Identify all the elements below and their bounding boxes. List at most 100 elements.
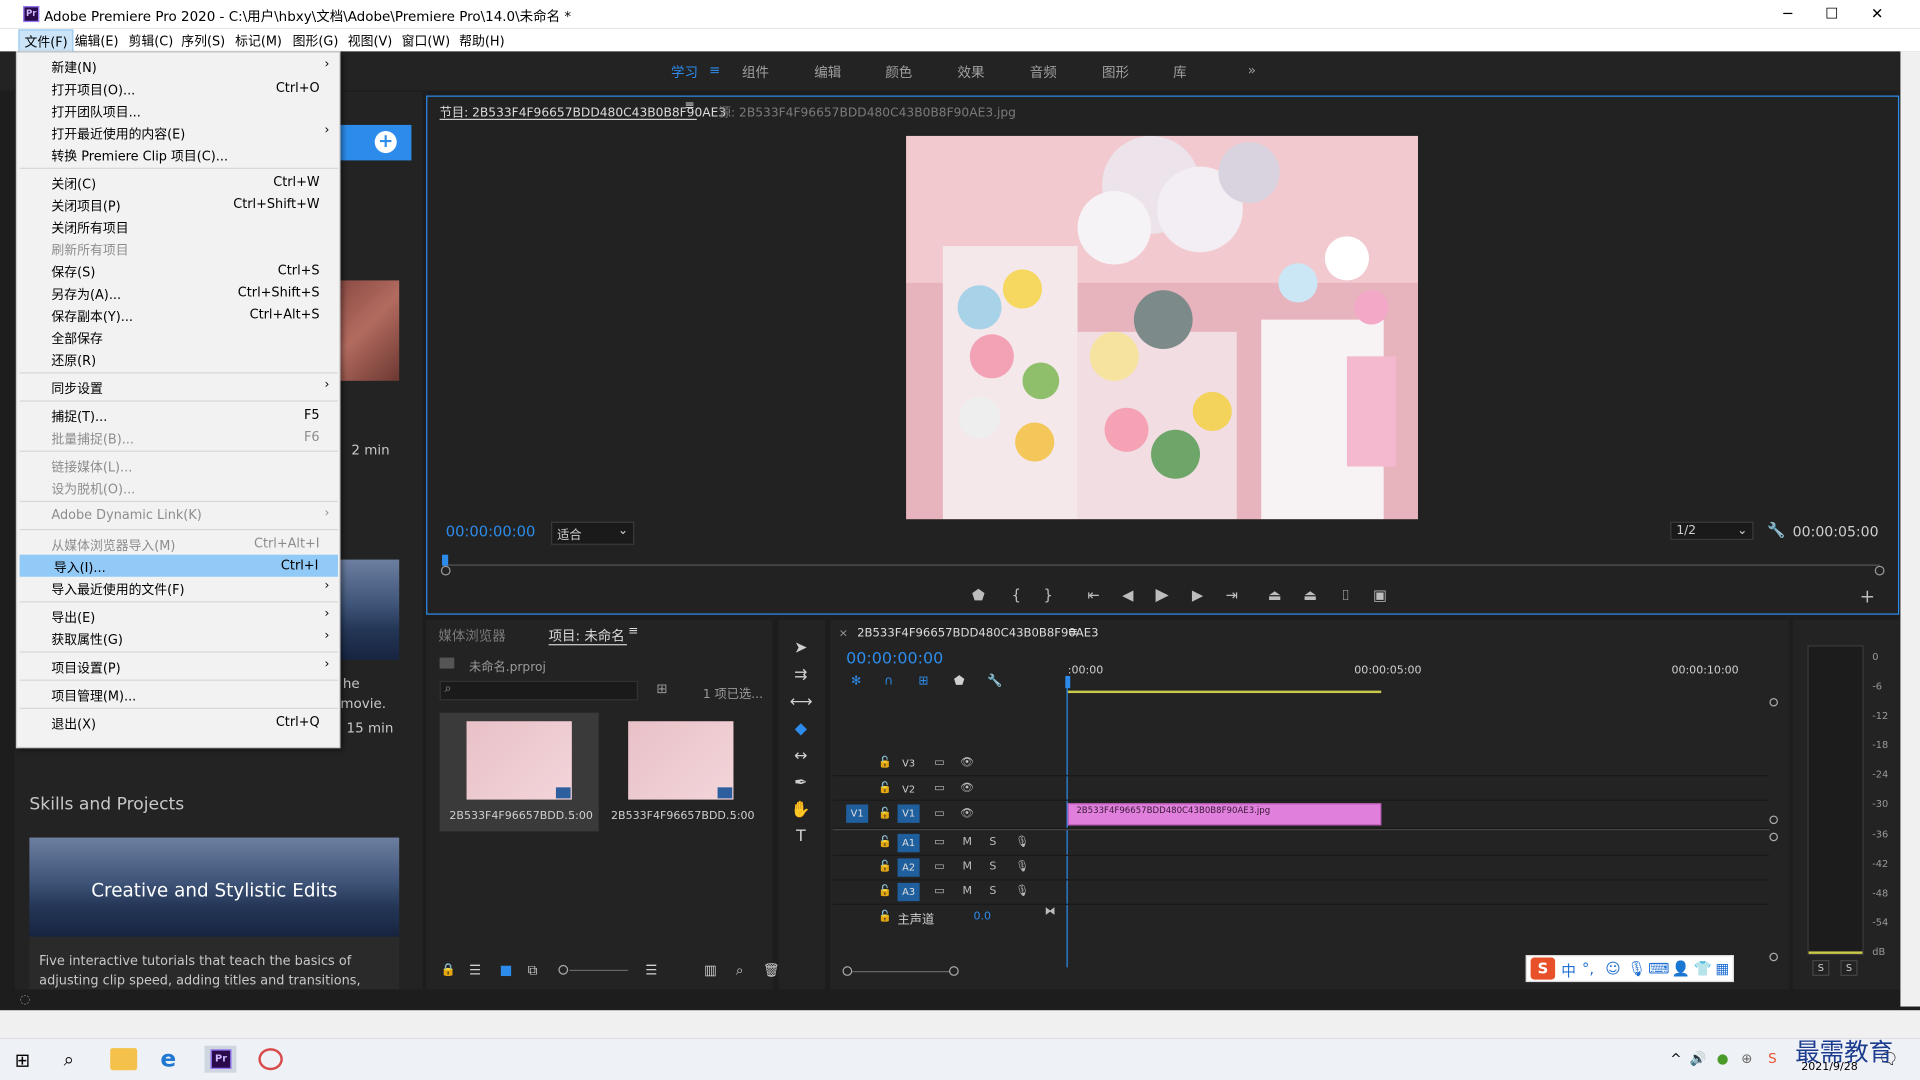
horizontal-scroll-handle[interactable]: [842, 966, 853, 976]
track-label-v2[interactable]: V2: [898, 780, 920, 798]
zoom-slider[interactable]: [569, 969, 629, 972]
sync-lock-icon[interactable]: ▭: [934, 757, 944, 769]
lock-icon[interactable]: 🔓: [878, 861, 892, 873]
tab-project[interactable]: 项目: 未命名: [549, 626, 625, 646]
microphone-icon[interactable]: 🎙: [1627, 960, 1646, 977]
menu-window[interactable]: 窗口(W): [402, 32, 450, 50]
sort-icon[interactable]: ☰: [645, 962, 657, 978]
type-tool-icon[interactable]: T: [790, 827, 812, 849]
workspace-color[interactable]: 颜色: [885, 62, 912, 82]
track-label-a3[interactable]: A3: [897, 882, 920, 902]
mark-out-icon[interactable]: }: [1037, 587, 1059, 604]
windows-start-icon[interactable]: ⊞: [15, 1049, 30, 1071]
file-menu-item[interactable]: 项目管理(M)...: [17, 683, 339, 705]
maximize-button[interactable]: ☐: [1820, 4, 1844, 24]
vertical-scroll-handle[interactable]: [1769, 952, 1778, 962]
master-volume-value[interactable]: 0.0: [973, 911, 991, 923]
sync-lock-icon[interactable]: ▭: [934, 808, 944, 820]
lock-icon[interactable]: 🔒: [441, 964, 456, 977]
go-to-edit-icon[interactable]: ⧓: [1044, 906, 1055, 918]
file-menu-item[interactable]: 保存副本(Y)... Ctrl+Alt+S: [17, 304, 339, 326]
resolution-dropdown[interactable]: 1/2 ⌄: [1670, 521, 1754, 541]
search-icon[interactable]: ⌕: [64, 1048, 74, 1070]
workspace-menu-icon[interactable]: ≡: [709, 62, 720, 78]
slip-tool-icon[interactable]: ↔: [790, 746, 812, 768]
close-button[interactable]: ✕: [1865, 4, 1889, 24]
file-menu-item[interactable]: 打开最近使用的内容(E) ›: [17, 121, 339, 143]
export-frame-icon[interactable]: ⌷: [1335, 587, 1357, 605]
mute-button[interactable]: M: [962, 836, 972, 848]
vertical-scroll-handle[interactable]: [1769, 697, 1778, 707]
solo-right-button[interactable]: S: [1840, 960, 1858, 976]
automate-icon[interactable]: ▥: [704, 962, 717, 978]
play-icon[interactable]: ▶: [1151, 585, 1173, 605]
lock-icon[interactable]: 🔓: [878, 782, 892, 794]
extract-icon[interactable]: ⏏: [1299, 587, 1321, 604]
search-input[interactable]: [439, 680, 638, 701]
workspace-audio[interactable]: 音频: [1030, 62, 1057, 82]
file-menu-item[interactable]: 保存(S) Ctrl+S: [17, 260, 339, 282]
file-menu-item[interactable]: 关闭(C) Ctrl+W: [17, 171, 339, 193]
workspace-libraries[interactable]: 库: [1173, 62, 1186, 82]
file-menu-item[interactable]: 捕捉(T)... F5: [17, 404, 339, 426]
ime-language[interactable]: 中: [1561, 960, 1576, 981]
workspace-graphics[interactable]: 图形: [1102, 62, 1129, 82]
zoom-slider-handle[interactable]: [558, 964, 569, 975]
wrench-icon[interactable]: 🔧: [1767, 522, 1785, 539]
tab-program[interactable]: 节目: 2B533F4F96657BDD480C43B0B8F90AE3: [440, 102, 727, 120]
tray-app-icon[interactable]: ●: [1717, 1051, 1729, 1067]
eye-icon[interactable]: 👁: [960, 782, 974, 794]
selection-tool-icon[interactable]: ➤: [790, 638, 812, 660]
panel-menu-icon[interactable]: ≡: [628, 624, 638, 637]
user-icon[interactable]: 👤: [1671, 960, 1689, 977]
go-to-in-icon[interactable]: ⇤: [1082, 587, 1104, 604]
lock-icon[interactable]: 🔓: [878, 885, 892, 897]
list-view-icon[interactable]: ☰: [469, 962, 481, 978]
network-icon[interactable]: ⊕: [1741, 1051, 1752, 1067]
microphone-icon[interactable]: 🎙: [1015, 885, 1029, 897]
workspace-overflow-icon[interactable]: »: [1248, 62, 1256, 78]
linked-selection-icon[interactable]: ⊞: [918, 675, 928, 688]
zoom-handle-left[interactable]: [440, 565, 451, 576]
ime-punctuation[interactable]: °,: [1582, 960, 1594, 977]
trash-icon[interactable]: 🗑: [763, 962, 780, 978]
menu-marker[interactable]: 标记(M): [235, 32, 282, 50]
tutorial-thumbnail[interactable]: [340, 280, 400, 381]
eye-icon[interactable]: 👁: [960, 808, 974, 820]
file-menu-item[interactable]: 还原(R): [17, 348, 339, 370]
mute-button[interactable]: M: [962, 885, 972, 897]
add-marker-icon[interactable]: ⬟: [967, 587, 989, 604]
toolbox-icon[interactable]: ▦: [1716, 960, 1730, 977]
playhead-marker[interactable]: [442, 554, 449, 566]
playhead-timecode[interactable]: 00:00:00:00: [446, 523, 536, 540]
ripple-edit-tool-icon[interactable]: ⟷: [790, 692, 813, 714]
keyboard-icon[interactable]: ⌨: [1648, 960, 1669, 977]
horizontal-scroll-handle[interactable]: [948, 966, 959, 976]
workspace-editing[interactable]: 编辑: [814, 62, 841, 82]
add-marker-icon[interactable]: ⬟: [954, 675, 965, 688]
track-label-v1[interactable]: V1: [897, 804, 920, 823]
sync-lock-icon[interactable]: ▭: [934, 836, 944, 848]
file-menu-item[interactable]: 导出(E) ›: [17, 605, 339, 627]
lock-icon[interactable]: 🔓: [878, 836, 892, 848]
icon-view-icon[interactable]: ■: [500, 962, 513, 978]
hand-tool-icon[interactable]: ✋: [790, 800, 812, 822]
sync-lock-icon[interactable]: ▭: [934, 782, 944, 794]
file-menu-item[interactable]: 导入最近使用的文件(F) ›: [17, 577, 339, 599]
panel-menu-icon[interactable]: ≡: [1068, 626, 1078, 639]
mute-button[interactable]: M: [962, 861, 972, 873]
track-select-tool-icon[interactable]: ⇉: [790, 665, 812, 687]
mark-in-icon[interactable]: {: [1005, 587, 1027, 604]
file-menu-item[interactable]: 转换 Premiere Clip 项目(C)...: [17, 143, 339, 165]
lock-icon[interactable]: 🔓: [878, 757, 892, 769]
zoom-handle-right[interactable]: [1874, 565, 1885, 576]
vertical-scroll-handle[interactable]: [1769, 815, 1778, 825]
file-menu-item[interactable]: 同步设置 ›: [17, 376, 339, 398]
vertical-scroll-handle[interactable]: [1769, 832, 1778, 842]
nest-icon[interactable]: ✻: [851, 675, 861, 688]
menu-sequence[interactable]: 序列(S): [181, 32, 225, 50]
menu-edit[interactable]: 编辑(E): [75, 32, 119, 50]
time-ruler[interactable]: [444, 564, 1880, 566]
pen-tool-icon[interactable]: ✒: [790, 773, 812, 795]
eye-icon[interactable]: 👁: [960, 757, 974, 769]
